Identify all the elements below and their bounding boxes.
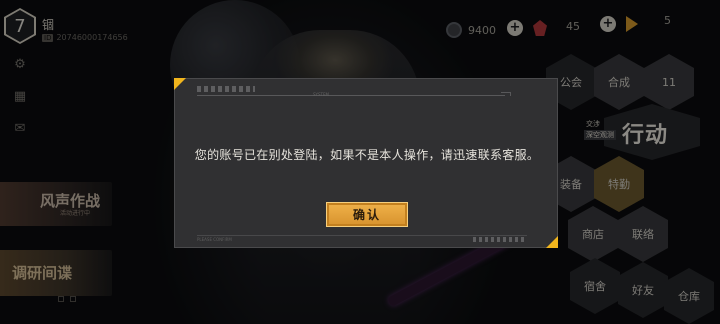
game-screen: 7 锢 ID 20746000174656 ⚙ ▦ ✉ 风声作战 活动进行中 调… xyxy=(0,0,720,324)
login-conflict-dialog: SYSTEM 您的账号已在别处登陆，如果不是本人操作，请迅速联系客服。 确认 P… xyxy=(174,78,558,248)
dialog-tiny-footer: PLEASE CONFIRM xyxy=(197,237,232,242)
dialog-divider-end xyxy=(501,92,511,96)
dialog-deco-stripes xyxy=(473,237,525,242)
dialog-deco-stripes xyxy=(197,86,255,92)
dialog-divider xyxy=(197,95,505,96)
dialog-corner-accent xyxy=(174,78,186,90)
dialog-divider xyxy=(197,235,527,236)
dialog-corner-accent xyxy=(546,236,558,248)
confirm-button[interactable]: 确认 xyxy=(326,202,408,227)
dialog-tiny-caption: SYSTEM xyxy=(313,92,329,97)
dialog-message: 您的账号已在别处登陆，如果不是本人操作，请迅速联系客服。 xyxy=(194,148,540,162)
